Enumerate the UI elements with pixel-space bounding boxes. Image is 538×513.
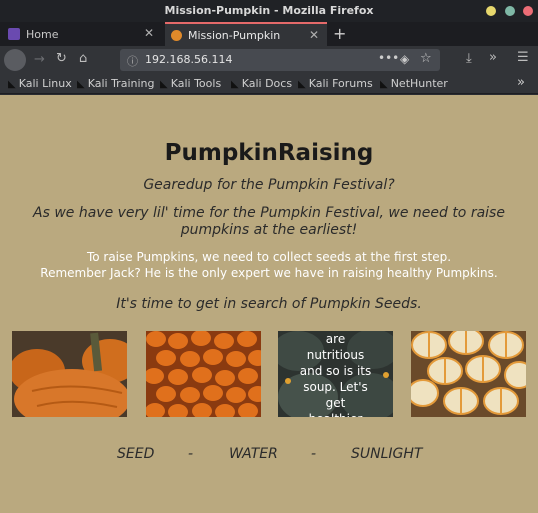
overlay-line: and so is its <box>299 364 372 378</box>
close-window-button[interactable] <box>523 6 533 16</box>
pumpkin-image-3: are nutritious and so is its soup. Let's… <box>278 331 393 417</box>
url-bar[interactable]: ⓘ 192.168.56.114 ••• ◈ ☆ <box>120 49 440 71</box>
pumpkin-favicon-icon <box>171 29 182 41</box>
bookmark-star-icon[interactable]: ☆ <box>420 51 432 66</box>
home-icon[interactable]: ⌂ <box>79 51 87 66</box>
bookmark-label: Kali Forums <box>308 77 373 90</box>
new-tab-icon[interactable]: + <box>333 24 346 43</box>
footer-separator: - <box>188 446 194 462</box>
overlay-line: nutritious <box>306 348 365 362</box>
close-tab-icon[interactable]: ✕ <box>309 28 319 42</box>
footer-separator: - <box>311 446 317 462</box>
overlay-line: healthier <box>278 411 393 417</box>
bookmark-kali-docs[interactable]: ◣ Kali Docs <box>231 77 292 90</box>
minimize-button[interactable] <box>486 6 496 16</box>
pumpkin-image-4 <box>411 331 526 417</box>
footer-seed: SEED <box>117 446 155 462</box>
seed-instructions: To raise Pumpkins, we need to collect se… <box>0 249 538 281</box>
tab-mission-pumpkin[interactable]: Mission-Pumpkin ✕ <box>165 22 327 46</box>
overlay-line: soup. Let's <box>303 380 368 394</box>
maximize-button[interactable] <box>505 6 515 16</box>
pumpkin-image-1 <box>12 331 127 417</box>
overlay-line: get <box>325 396 346 410</box>
seed-line-1: To raise Pumpkins, we need to collect se… <box>86 250 452 264</box>
search-seeds-text: It's time to get in search of Pumpkin Se… <box>116 296 422 312</box>
seed-line-2: Remember Jack? He is the only expert we … <box>40 266 498 280</box>
kali-dragon-icon: ◣ <box>298 79 306 90</box>
bookmark-label: Kali Training <box>87 77 155 90</box>
reload-icon[interactable]: ↻ <box>56 51 67 66</box>
kali-dragon-icon: ◣ <box>160 79 168 90</box>
bookmark-nethunter[interactable]: ◣ NetHunter <box>380 77 448 90</box>
bookmarks-bar: ◣ Kali Linux ◣ Kali Training ◣ Kali Tools ◣… <box>0 74 538 94</box>
bookmark-kali-forums[interactable]: ◣ Kali Forums <box>298 77 373 90</box>
page-heading: PumpkinRaising <box>164 140 374 166</box>
window-titlebar: Mission-Pumpkin - Mozilla Firefox <box>0 0 538 22</box>
bookmark-label: NetHunter <box>390 77 448 90</box>
bookmark-kali-training[interactable]: ◣ Kali Training <box>77 77 154 90</box>
pumpkin-image-2 <box>146 331 261 417</box>
tagline-text: Gearedup for the Pumpkin Festival? <box>143 177 395 193</box>
info-icon[interactable]: ⓘ <box>127 53 138 69</box>
kali-dragon-icon: ◣ <box>8 79 16 90</box>
kali-dragon-icon: ◣ <box>77 79 85 90</box>
back-button-icon[interactable] <box>4 49 26 71</box>
tab-bar: Home ✕ Mission-Pumpkin ✕ + <box>0 22 538 46</box>
hamburger-menu-icon[interactable]: ☰ <box>517 50 529 65</box>
bookmark-label: Kali Linux <box>18 77 72 90</box>
window-title: Mission-Pumpkin - Mozilla Firefox <box>164 4 374 17</box>
overlay-line: are <box>325 332 346 346</box>
soup-overlay-text: are nutritious and so is its soup. Let's… <box>278 331 393 417</box>
bookmark-label: Kali Tools <box>170 77 222 90</box>
footer-water: WATER <box>229 446 278 462</box>
bookmark-kali-tools[interactable]: ◣ Kali Tools <box>160 77 221 90</box>
kali-dragon-icon: ◣ <box>380 79 388 90</box>
overflow-chevron-icon[interactable]: » <box>489 50 497 65</box>
tab-home-label: Home <box>26 27 59 41</box>
footer-sunlight: SUNLIGHT <box>351 446 423 462</box>
forward-icon[interactable]: → <box>34 52 45 67</box>
bookmark-kali-linux[interactable]: ◣ Kali Linux <box>8 77 72 90</box>
bookmarks-overflow-icon[interactable]: » <box>517 75 525 90</box>
pocket-icon[interactable]: ◈ <box>400 52 409 66</box>
tab-mission-pumpkin-label: Mission-Pumpkin <box>188 28 281 42</box>
downloads-icon[interactable]: ⤓ <box>466 51 472 66</box>
intro-text: As we have very lil' time for the Pumpki… <box>33 205 505 238</box>
page-content: PumpkinRaising Gearedup for the Pumpkin … <box>0 95 538 513</box>
navigation-bar: → ↻ ⌂ ⓘ 192.168.56.114 ••• ◈ ☆ ⤓ » ☰ <box>0 46 538 74</box>
url-text: 192.168.56.114 <box>145 53 233 66</box>
home-page-icon <box>8 28 20 40</box>
kali-dragon-icon: ◣ <box>231 79 239 90</box>
close-tab-icon[interactable]: ✕ <box>144 26 154 40</box>
bookmark-label: Kali Docs <box>241 77 293 90</box>
tab-home[interactable]: Home ✕ <box>4 22 162 46</box>
more-actions-icon[interactable]: ••• <box>378 51 399 65</box>
